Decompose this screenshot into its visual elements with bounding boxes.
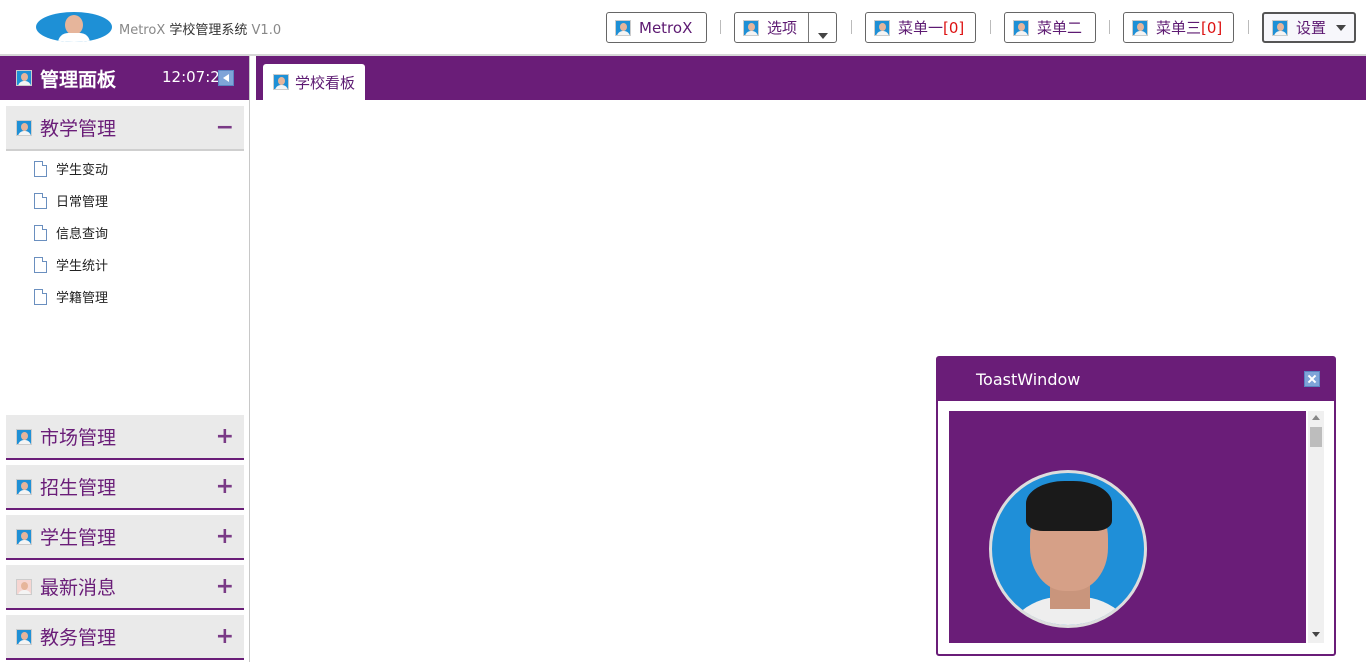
menu2-label: 菜单二 xyxy=(1037,19,1083,37)
toast-scrollbar[interactable] xyxy=(1308,411,1324,643)
options-label: 选项 xyxy=(767,19,798,37)
app-title: MetroX 学校管理系统 V1.0 xyxy=(119,19,281,38)
sidebar-title: 管理面板 xyxy=(40,68,117,91)
scroll-thumb[interactable] xyxy=(1310,427,1322,447)
sidebar: 管理面板 12:07:23 教学管理 − 学生变动 日常管理 信息查询 学生统计… xyxy=(0,56,250,662)
metrox-label: MetroX xyxy=(639,18,693,37)
portrait-photo xyxy=(989,470,1147,628)
avatar-icon xyxy=(615,19,631,36)
nav-item-student-change[interactable]: 学生变动 xyxy=(34,159,108,178)
nav-item-student-stats[interactable]: 学生统计 xyxy=(34,255,108,274)
app-name: 学校管理系统 xyxy=(169,23,248,38)
menu2-button[interactable]: 菜单二 xyxy=(1004,12,1096,43)
avatar-icon xyxy=(1013,19,1029,36)
menu1-count-badge: [0] xyxy=(943,18,965,37)
section-academic[interactable]: 教务管理 + xyxy=(6,615,244,660)
section-label: 学生管理 xyxy=(40,527,117,549)
avatar-icon xyxy=(16,478,32,495)
nav-item-label: 学籍管理 xyxy=(56,291,109,306)
avatar-icon xyxy=(16,428,32,445)
toast-window: ToastWindow xyxy=(936,356,1336,656)
expand-icon[interactable]: + xyxy=(216,624,234,649)
avatar-icon xyxy=(16,578,32,595)
document-icon xyxy=(34,192,47,209)
dropdown-divider xyxy=(808,13,809,42)
toolbar-separator xyxy=(1109,20,1110,34)
nav-item-label: 学生统计 xyxy=(56,259,109,274)
toast-title: ToastWindow xyxy=(976,370,1081,389)
nav-item-label: 信息查询 xyxy=(56,227,109,242)
document-icon xyxy=(34,160,47,177)
avatar-icon xyxy=(16,628,32,645)
section-label: 市场管理 xyxy=(40,427,117,449)
document-icon xyxy=(34,288,47,305)
avatar-icon xyxy=(1132,19,1148,36)
menu3-button[interactable]: 菜单三 [0] xyxy=(1123,12,1234,43)
tab-school-dashboard[interactable]: 学校看板 xyxy=(263,64,366,100)
settings-label: 设置 xyxy=(1296,19,1327,37)
toolbar-separator xyxy=(720,20,721,34)
nav-item-daily[interactable]: 日常管理 xyxy=(34,191,108,210)
menu1-label: 菜单一 xyxy=(898,19,944,37)
expand-icon[interactable]: + xyxy=(216,524,234,549)
scroll-up-icon[interactable] xyxy=(1312,415,1320,420)
section-admissions[interactable]: 招生管理 + xyxy=(6,465,244,510)
nav-item-info-query[interactable]: 信息查询 xyxy=(34,223,108,242)
options-button[interactable]: 选项 xyxy=(734,12,837,43)
menu1-button[interactable]: 菜单一 [0] xyxy=(865,12,976,43)
avatar-icon xyxy=(874,19,890,36)
app-version: V1.0 xyxy=(251,23,282,38)
document-icon xyxy=(34,224,47,241)
avatar-icon xyxy=(16,528,32,545)
nav-item-registration[interactable]: 学籍管理 xyxy=(34,287,108,306)
collapse-icon[interactable]: − xyxy=(216,115,234,140)
avatar-icon xyxy=(743,19,759,36)
section-news[interactable]: 最新消息 + xyxy=(6,565,244,610)
expand-icon[interactable]: + xyxy=(216,474,234,499)
toolbar-separator xyxy=(851,20,852,34)
app-logo xyxy=(36,12,112,42)
app-brand: MetroX xyxy=(119,23,166,38)
expand-icon[interactable]: + xyxy=(216,574,234,599)
top-header: MetroX 学校管理系统 V1.0 MetroX 选项 菜单一 [0] 菜单二 … xyxy=(0,0,1366,56)
section-label: 最新消息 xyxy=(40,577,117,599)
collapse-left-icon[interactable] xyxy=(218,70,234,86)
metrox-button[interactable]: MetroX xyxy=(606,12,707,43)
sidebar-header: 管理面板 12:07:23 xyxy=(0,56,249,100)
toolbar-separator xyxy=(990,20,991,34)
nav-item-label: 学生变动 xyxy=(56,163,109,178)
document-icon xyxy=(34,256,47,273)
expand-icon[interactable]: + xyxy=(216,424,234,449)
section-label: 教务管理 xyxy=(40,627,117,649)
close-icon[interactable] xyxy=(1304,371,1320,387)
tab-bar: 学校看板 xyxy=(256,56,1366,100)
avatar-icon xyxy=(1272,19,1288,36)
avatar-icon xyxy=(16,70,32,86)
scroll-down-icon[interactable] xyxy=(1312,632,1320,637)
options-dropdown-arrow[interactable] xyxy=(818,25,828,43)
toast-header: ToastWindow xyxy=(938,358,1334,401)
section-students[interactable]: 学生管理 + xyxy=(6,515,244,560)
avatar-icon xyxy=(16,119,32,136)
chevron-down-icon xyxy=(1336,24,1346,31)
toolbar-separator xyxy=(1248,20,1249,34)
tab-label: 学校看板 xyxy=(295,73,356,92)
section-label: 招生管理 xyxy=(40,477,117,499)
section-market[interactable]: 市场管理 + xyxy=(6,415,244,460)
nav-item-label: 日常管理 xyxy=(56,195,109,210)
settings-button[interactable]: 设置 xyxy=(1262,12,1356,43)
section-teaching[interactable]: 教学管理 − xyxy=(6,106,244,151)
menu3-count-badge: [0] xyxy=(1201,18,1223,37)
menu3-label: 菜单三 xyxy=(1156,19,1202,37)
toast-body xyxy=(949,411,1306,643)
avatar-icon xyxy=(273,74,289,90)
chevron-down-icon xyxy=(818,33,828,39)
section-label: 教学管理 xyxy=(40,118,117,140)
